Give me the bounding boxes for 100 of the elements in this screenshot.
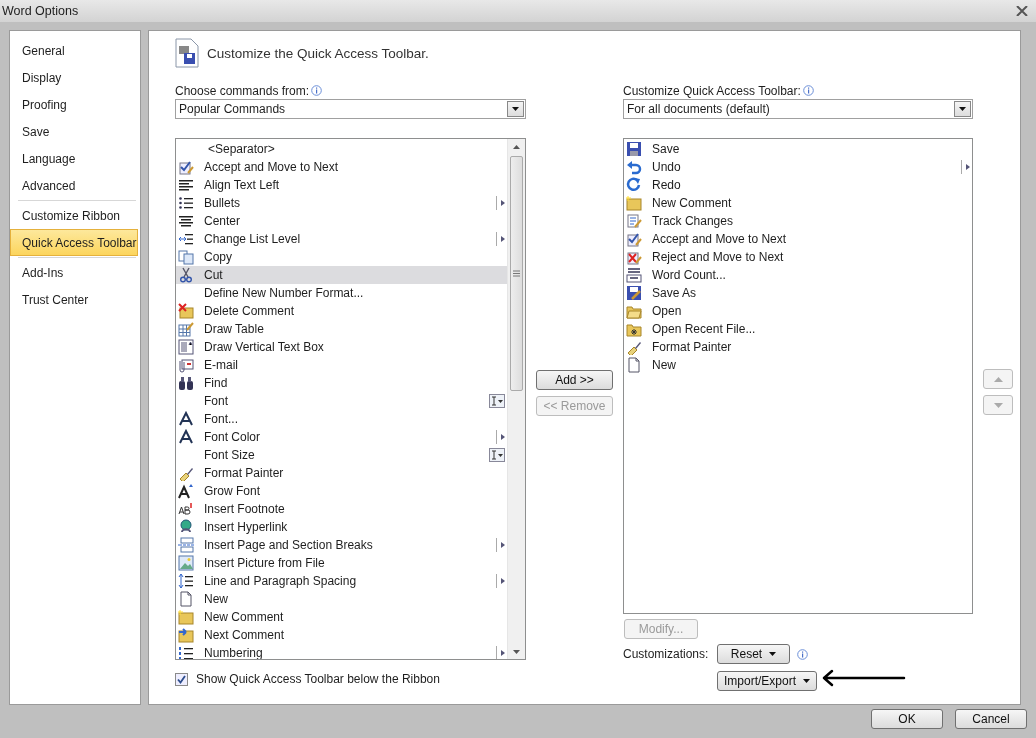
grow-font-icon bbox=[178, 483, 194, 499]
paintbrush-icon bbox=[178, 465, 194, 481]
command-list-item[interactable]: Define New Number Format... bbox=[176, 284, 507, 302]
field-label: Choose commands from: bbox=[175, 83, 310, 98]
table-pencil-icon bbox=[178, 321, 194, 337]
command-list-item[interactable]: Insert Footnote bbox=[176, 500, 507, 518]
sidebar-item[interactable]: Proofing bbox=[10, 91, 140, 118]
command-list-item[interactable]: Open bbox=[624, 302, 972, 320]
command-list-item[interactable]: Align Text Left bbox=[176, 176, 507, 194]
command-list-item[interactable]: New Comment bbox=[176, 608, 507, 626]
command-list-item[interactable]: Open Recent File... bbox=[624, 320, 972, 338]
cancel-button[interactable]: Cancel bbox=[955, 709, 1027, 729]
command-list-item[interactable]: Next Comment bbox=[176, 626, 507, 644]
command-list-item[interactable]: Line and Paragraph Spacing bbox=[176, 572, 507, 590]
scroll-down-icon[interactable] bbox=[513, 649, 520, 654]
reset-button[interactable]: Reset bbox=[717, 644, 790, 664]
sidebar-item[interactable]: Add-Ins bbox=[10, 259, 140, 286]
command-list-item[interactable]: Insert Picture from File bbox=[176, 554, 507, 572]
ok-button[interactable]: OK bbox=[871, 709, 943, 729]
command-list-item[interactable]: Reject and Move to Next bbox=[624, 248, 972, 266]
close-icon[interactable] bbox=[1016, 6, 1028, 16]
window-title: Word Options bbox=[2, 4, 79, 18]
floppy-pencil-icon bbox=[626, 285, 642, 301]
command-list-item[interactable]: Center bbox=[176, 212, 507, 230]
sidebar-item[interactable]: Display bbox=[10, 64, 140, 91]
command-list-item[interactable]: Accept and Move to Next bbox=[624, 230, 972, 248]
check-pencil-icon bbox=[178, 159, 194, 175]
sidebar-item[interactable]: Trust Center bbox=[10, 286, 140, 313]
comment-delete-icon bbox=[178, 303, 194, 319]
scroll-up-icon[interactable] bbox=[513, 144, 520, 149]
sidebar-item[interactable]: Save bbox=[10, 118, 140, 145]
checkbox[interactable] bbox=[175, 672, 188, 686]
command-list-item[interactable]: E-mail bbox=[176, 356, 507, 374]
command-list-item[interactable]: Bullets bbox=[176, 194, 507, 212]
submenu-arrow-icon bbox=[496, 196, 505, 210]
scrollbar[interactable] bbox=[507, 139, 525, 659]
sidebar-item[interactable]: Advanced bbox=[10, 172, 140, 199]
sidebar-item[interactable]: Language bbox=[10, 145, 140, 172]
sidebar-item[interactable]: Quick Access Toolbar bbox=[10, 229, 138, 256]
add-button[interactable]: Add >> bbox=[536, 370, 613, 390]
command-list-item[interactable]: Grow Font bbox=[176, 482, 507, 500]
command-list-item[interactable]: Font Color bbox=[176, 428, 507, 446]
command-list-item[interactable]: Save bbox=[624, 140, 972, 158]
submenu-arrow-icon bbox=[496, 574, 505, 588]
scrollbar-thumb[interactable] bbox=[510, 156, 523, 391]
page-break-icon bbox=[178, 537, 194, 553]
font-icon bbox=[178, 429, 194, 445]
customizations-label: Customizations: bbox=[623, 647, 710, 661]
command-list-item[interactable]: <Separator> bbox=[176, 140, 507, 158]
check-pencil-icon bbox=[626, 231, 642, 247]
line-spacing-icon bbox=[178, 573, 194, 589]
submenu-arrow-icon bbox=[496, 538, 505, 552]
paintbrush-icon bbox=[626, 339, 642, 355]
command-list-item[interactable]: Delete Comment bbox=[176, 302, 507, 320]
sidebar-item[interactable]: General bbox=[10, 37, 140, 64]
command-list-item[interactable]: New bbox=[176, 590, 507, 608]
dropdown-arrow-icon bbox=[512, 107, 519, 111]
command-list-item[interactable]: Insert Page and Section Breaks bbox=[176, 536, 507, 554]
paperclip-envelope-icon bbox=[178, 357, 194, 373]
dropdown[interactable]: Popular Commands bbox=[175, 99, 526, 119]
command-list-item[interactable]: Word Count... bbox=[624, 266, 972, 284]
command-list-item[interactable]: Format Painter bbox=[624, 338, 972, 356]
command-list-item[interactable]: Numbering bbox=[176, 644, 507, 659]
footnote-icon bbox=[178, 501, 194, 517]
command-list-item[interactable]: Font bbox=[176, 392, 507, 410]
comment-icon bbox=[626, 195, 642, 211]
checkbox-label: Show Quick Access Toolbar below the Ribbon bbox=[196, 672, 440, 686]
toolbar-document-icon bbox=[175, 38, 199, 68]
align-center-icon bbox=[178, 213, 194, 229]
track-changes-icon bbox=[626, 213, 642, 229]
import-export-button[interactable]: Import/Export bbox=[717, 671, 818, 691]
submenu-arrow-icon bbox=[496, 646, 505, 659]
command-list-item[interactable]: Insert Hyperlink bbox=[176, 518, 507, 536]
command-list-item[interactable]: Cut bbox=[176, 266, 507, 284]
dropdown[interactable]: For all documents (default) bbox=[623, 99, 973, 119]
command-list-item[interactable]: Undo bbox=[624, 158, 972, 176]
command-list-item[interactable]: Font... bbox=[176, 410, 507, 428]
command-list-item[interactable]: Save As bbox=[624, 284, 972, 302]
command-list-item[interactable]: Find bbox=[176, 374, 507, 392]
command-list-item[interactable]: Copy bbox=[176, 248, 507, 266]
command-list-item[interactable]: New Comment bbox=[624, 194, 972, 212]
sidebar-item[interactable]: Customize Ribbon bbox=[10, 202, 140, 229]
bullet-list-icon bbox=[178, 195, 194, 211]
down-arrow-icon bbox=[993, 402, 1003, 408]
grip-icon bbox=[513, 270, 520, 277]
command-list-item[interactable]: Track Changes bbox=[624, 212, 972, 230]
command-list-item[interactable]: Font Size bbox=[176, 446, 507, 464]
info-icon bbox=[802, 85, 814, 96]
command-list-item[interactable]: Change List Level bbox=[176, 230, 507, 248]
command-list-item[interactable]: Redo bbox=[624, 176, 972, 194]
command-list-item[interactable]: Accept and Move to Next bbox=[176, 158, 507, 176]
command-list-item[interactable]: Format Painter bbox=[176, 464, 507, 482]
command-list-item[interactable]: Draw Table bbox=[176, 320, 507, 338]
command-list-item[interactable]: New bbox=[624, 356, 972, 374]
command-list-item[interactable]: Draw Vertical Text Box bbox=[176, 338, 507, 356]
font-icon bbox=[178, 411, 194, 427]
submenu-arrow-icon bbox=[961, 160, 970, 174]
folder-star-icon bbox=[626, 321, 642, 337]
text-box-icon bbox=[178, 339, 194, 355]
copy-icon bbox=[178, 249, 194, 265]
